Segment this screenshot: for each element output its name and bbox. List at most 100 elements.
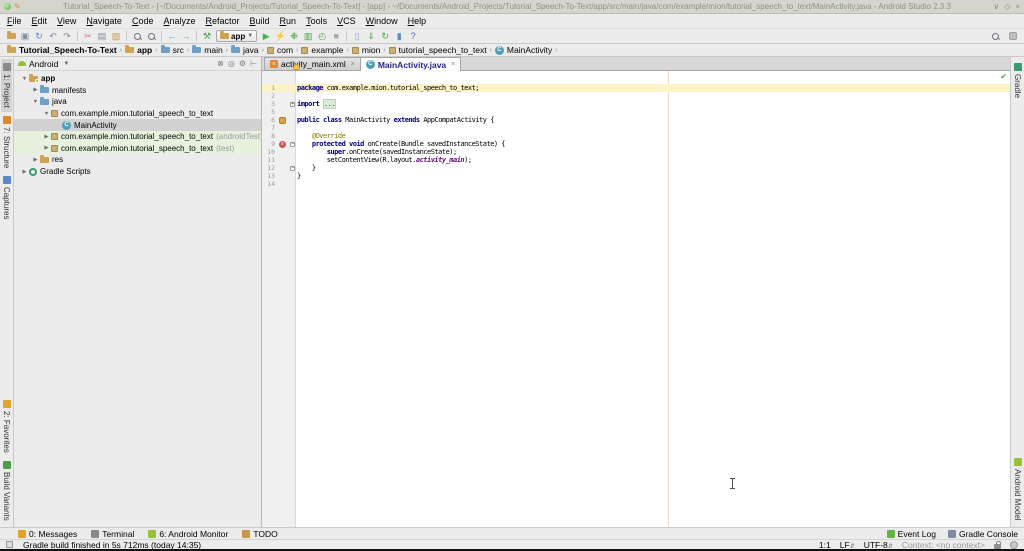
toolwindow-captures[interactable]: Captures [1, 172, 12, 223]
sdk-manager-icon[interactable]: ⇓ [364, 30, 378, 43]
close-button[interactable]: × [1015, 2, 1020, 11]
intention-lightbulb-icon[interactable] [292, 64, 299, 71]
find-icon[interactable] [130, 30, 144, 43]
toolwindow-gradle[interactable]: Gradle [1012, 59, 1023, 102]
toolwindow-project[interactable]: 1: Project [1, 59, 12, 112]
gear-icon[interactable]: ⚙ [239, 59, 246, 68]
breadcrumb-tutorial_speech-to-text[interactable]: Tutorial_Speech-To-Text [5, 45, 119, 55]
avd-manager-icon[interactable]: ▯ [350, 30, 364, 43]
breadcrumb-tutorial_speech_to_text[interactable]: tutorial_speech_to_text [387, 45, 489, 55]
inspection-status-icon[interactable]: ✔ [1000, 72, 1007, 81]
code-line-12[interactable]: 12− } [262, 164, 1010, 172]
run-config-dropdown[interactable]: app▼ [216, 30, 257, 42]
stop-icon[interactable]: ■ [329, 30, 343, 43]
tree-item-manifests[interactable]: ▶manifests [14, 85, 261, 97]
toolwindow-toggle-icon[interactable] [6, 541, 13, 548]
menu-code[interactable]: Code [127, 15, 159, 28]
menu-refactor[interactable]: Refactor [201, 15, 245, 28]
line-ending-selector[interactable]: LF⇵ [840, 540, 855, 550]
coverage-icon[interactable]: ▥ [301, 30, 315, 43]
minimize-button[interactable]: ∨ [993, 2, 999, 11]
help-icon[interactable]: ? [406, 30, 420, 43]
menu-tools[interactable]: Tools [301, 15, 332, 28]
class-gutter-marker-icon[interactable] [279, 117, 286, 124]
menu-help[interactable]: Help [403, 15, 432, 28]
code-editor[interactable]: ✔ 1package com.example.mion.tutorial_spe… [262, 71, 1010, 527]
code-line-5[interactable]: 5 [262, 108, 1010, 116]
debug-icon[interactable]: ❉ [287, 30, 301, 43]
tree-expand-arrow[interactable]: ▶ [42, 134, 51, 140]
code-line-6[interactable]: 6public class MainActivity extends AppCo… [262, 116, 1010, 124]
toolwindow-todo[interactable]: TODO [242, 529, 277, 539]
profile-icon[interactable]: ◴ [315, 30, 329, 43]
toolwindow-event-log[interactable]: Event Log [887, 529, 936, 539]
breadcrumb-com[interactable]: com [265, 45, 295, 55]
code-line-2[interactable]: 2 [262, 92, 1010, 100]
user-icon[interactable] [1006, 30, 1020, 43]
fold-marker[interactable]: + [290, 102, 295, 107]
fold-marker[interactable]: − [290, 166, 295, 171]
code-line-8[interactable]: 8 @Override [262, 132, 1010, 140]
tree-item-com-example-mion-tutorial-speech-to-text[interactable]: ▶com.example.mion.tutorial_speech_to_tex… [14, 131, 261, 143]
toolwindow-build-variants[interactable]: Build Variants [1, 457, 12, 525]
cut-icon[interactable]: ✂ [81, 30, 95, 43]
tree-expand-arrow[interactable]: ▼ [20, 76, 29, 82]
lock-icon[interactable] [994, 544, 1001, 549]
tree-expand-arrow[interactable]: ▶ [20, 169, 29, 175]
menu-build[interactable]: Build [245, 15, 275, 28]
code-line-11[interactable]: 11 setContentView(R.layout.activity_main… [262, 156, 1010, 164]
code-line-9[interactable]: 9o− protected void onCreate(Bundle saved… [262, 140, 1010, 148]
tree-expand-arrow[interactable]: ▶ [42, 145, 51, 151]
paste-icon[interactable]: ▨ [109, 30, 123, 43]
editor-tab-activity-main-xml[interactable]: ≡activity_main.xml× [264, 57, 361, 70]
instant-run-icon[interactable]: ⚡ [273, 30, 287, 43]
breadcrumb-example[interactable]: example [299, 45, 345, 55]
menu-analyze[interactable]: Analyze [158, 15, 200, 28]
toolwindow-gradle-console[interactable]: Gradle Console [948, 529, 1018, 539]
redo-icon[interactable]: ↷ [60, 30, 74, 43]
tree-item-res[interactable]: ▶res [14, 154, 261, 166]
tree-expand-arrow[interactable]: ▼ [42, 111, 51, 117]
locate-icon[interactable]: ◎ [228, 59, 235, 68]
breadcrumb-src[interactable]: src [159, 45, 186, 55]
device-monitor-icon[interactable]: ▮ [392, 30, 406, 43]
maximize-button[interactable]: ◇ [1004, 2, 1010, 11]
menu-window[interactable]: Window [361, 15, 403, 28]
tree-expand-arrow[interactable]: ▶ [31, 87, 40, 93]
gradle-sync-icon[interactable]: ↻ [378, 30, 392, 43]
undo-icon[interactable]: ↶ [46, 30, 60, 43]
code-line-7[interactable]: 7 [262, 124, 1010, 132]
toolwindow-android-model[interactable]: Android Model [1012, 454, 1023, 525]
code-line-14[interactable]: 14 [262, 180, 1010, 188]
tree-item-mainactivity[interactable]: CMainActivity [14, 119, 261, 131]
make-project-icon[interactable]: ⚒ [200, 30, 214, 43]
run-icon[interactable]: ▶ [259, 30, 273, 43]
code-line-1[interactable]: 1package com.example.mion.tutorial_speec… [262, 84, 1010, 92]
menu-view[interactable]: View [52, 15, 81, 28]
toolwindow-terminal[interactable]: Terminal [91, 529, 134, 539]
code-line-3[interactable]: 3+import ... [262, 100, 1010, 108]
caret-position[interactable]: 1:1 [819, 540, 831, 550]
search-everywhere-icon[interactable] [988, 30, 1002, 43]
tree-item-gradle-scripts[interactable]: ▶Gradle Scripts [14, 166, 261, 178]
breadcrumb-main[interactable]: main [190, 45, 224, 55]
breadcrumb-mainactivity[interactable]: CMainActivity [493, 45, 554, 55]
toolwindow-structure[interactable]: 7: Structure [1, 112, 12, 172]
code-line-13[interactable]: 13} [262, 172, 1010, 180]
fold-marker[interactable]: − [290, 142, 295, 147]
menu-vcs[interactable]: VCS [332, 15, 361, 28]
breadcrumb-mion[interactable]: mion [350, 45, 382, 55]
sync-icon[interactable]: ↻ [32, 30, 46, 43]
code-line-10[interactable]: 10 super.onCreate(savedInstanceState); [262, 148, 1010, 156]
hector-inspector-icon[interactable] [1010, 541, 1018, 549]
encoding-selector[interactable]: UTF-8⇵ [864, 540, 893, 550]
editor-tab-mainactivity-java[interactable]: CMainActivity.java× [360, 57, 461, 71]
menu-navigate[interactable]: Navigate [81, 15, 127, 28]
back-icon[interactable]: ← [165, 30, 179, 43]
tree-expand-arrow[interactable]: ▼ [31, 99, 40, 105]
menu-file[interactable]: File [2, 15, 27, 28]
menu-run[interactable]: Run [275, 15, 302, 28]
tree-item-app[interactable]: ▼app [14, 73, 261, 85]
toolwindow-android-monitor[interactable]: 6: Android Monitor [148, 529, 228, 539]
menu-edit[interactable]: Edit [27, 15, 53, 28]
